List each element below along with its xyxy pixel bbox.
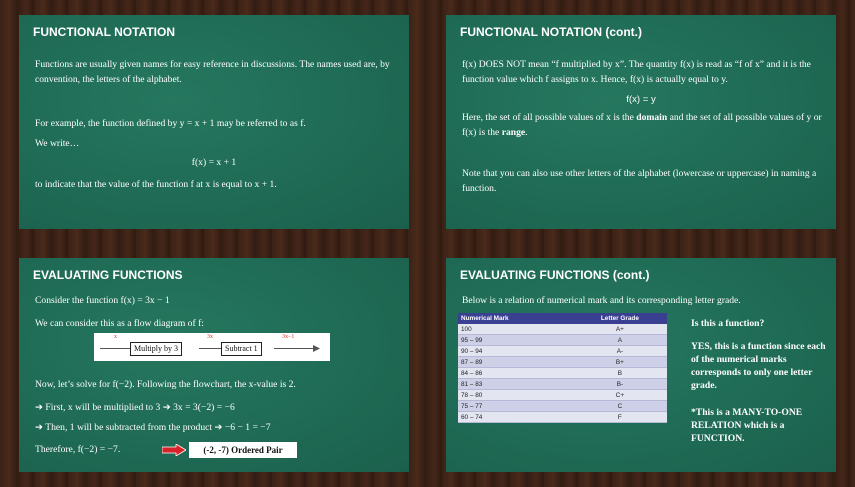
cell-grade: F [572, 411, 667, 423]
slide-evaluating-functions-cont[interactable]: EVALUATING FUNCTIONS (cont.) Below is a … [446, 258, 836, 472]
flow-mid-label: 3x [207, 334, 213, 340]
paragraph-relation: Below is a relation of numerical mark an… [462, 295, 741, 306]
step-two: ➔ Then, 1 will be subtracted from the pr… [35, 422, 271, 433]
grades-table: Numerical Mark Letter Grade 100 A+ 95 – 9… [458, 313, 667, 423]
table-row: 81 – 83 B- [458, 378, 667, 390]
paragraph-meaning: to indicate that the value of the functi… [35, 179, 277, 190]
slide-title: EVALUATING FUNCTIONS [33, 268, 183, 282]
cell-grade: B+ [572, 356, 667, 368]
cell-mark: 95 – 99 [458, 334, 573, 346]
slide-functional-notation-cont[interactable]: FUNCTIONAL NOTATION (cont.) f(x) DOES NO… [446, 15, 836, 229]
flow-arrow-icon [313, 345, 320, 352]
column-header: Letter Grade [572, 313, 667, 324]
text: Here, the set of all possible values of … [462, 112, 637, 123]
paragraph-therefore: Therefore, f(−2) = −7. [35, 444, 121, 455]
flow-box-multiply: Multiply by 3 [130, 342, 183, 356]
slide-evaluating-functions[interactable]: EVALUATING FUNCTIONS Consider the functi… [19, 258, 409, 472]
cell-grade: A- [572, 345, 667, 357]
flow-line [274, 348, 314, 349]
right-arrow-icon [162, 444, 186, 456]
slide-title: FUNCTIONAL NOTATION (cont.) [460, 25, 642, 39]
step-one: ➔ First, x will be multiplied to 3 ➔ 3x … [35, 402, 235, 413]
paragraph-note: Note that you can also use other letters… [462, 168, 817, 194]
cell-mark: 87 – 89 [458, 356, 573, 368]
table-row: 84 – 86 B [458, 367, 667, 379]
table-row: 100 A+ [458, 324, 667, 335]
cell-mark: 90 – 94 [458, 345, 573, 357]
cell-grade: C+ [572, 389, 667, 401]
equation: f(x) = x + 1 [191, 157, 237, 168]
cell-mark: 81 – 83 [458, 378, 573, 390]
column-header: Numerical Mark [458, 313, 573, 324]
flow-box-subtract: Subtract 1 [221, 342, 262, 356]
paragraph-example: For example, the function defined by y =… [35, 118, 306, 129]
cell-mark: 100 [458, 324, 573, 335]
note-text: *This is a MANY-TO-ONE RELATION which is… [691, 407, 803, 444]
slide-functional-notation[interactable]: FUNCTIONAL NOTATION Functions are usuall… [19, 15, 409, 229]
table-row: 78 – 80 C+ [458, 389, 667, 401]
cell-mark: 84 – 86 [458, 367, 573, 379]
cell-mark: 60 – 74 [458, 411, 573, 423]
range-term: range [501, 127, 526, 138]
table-row: 95 – 99 A [458, 334, 667, 346]
cell-grade: B [572, 367, 667, 379]
flow-line [199, 348, 221, 349]
equation: f(x) = y [626, 94, 656, 105]
text: . [525, 127, 528, 138]
table-header-row: Numerical Mark Letter Grade [458, 313, 667, 324]
paragraph-intro: Functions are usually given names for ea… [35, 59, 390, 85]
ordered-pair-box: (-2, -7) Ordered Pair [189, 442, 297, 458]
flow-line [100, 348, 130, 349]
table-row: 75 – 77 C [458, 400, 667, 412]
paragraph-we-write: We write… [35, 138, 80, 149]
flow-input-label: x [114, 334, 117, 340]
cell-mark: 75 – 77 [458, 400, 573, 412]
slide-title: FUNCTIONAL NOTATION [33, 25, 175, 39]
cell-mark: 78 – 80 [458, 389, 573, 401]
paragraph-consider: Consider the function f(x) = 3x − 1 [35, 295, 170, 306]
answer-text: YES, this is a function since each of th… [691, 341, 826, 391]
slide-title: EVALUATING FUNCTIONS (cont.) [460, 268, 650, 282]
flow-output-label: 3x−1 [282, 334, 295, 340]
flow-diagram: x Multiply by 3 3x Subtract 1 3x−1 [94, 333, 330, 361]
paragraph-solve: Now, let’s solve for f(−2). Following th… [35, 379, 296, 390]
table-row: 87 – 89 B+ [458, 356, 667, 368]
cell-grade: A+ [572, 324, 667, 335]
cell-grade: B- [572, 378, 667, 390]
table-row: 90 – 94 A- [458, 345, 667, 357]
paragraph-definition: f(x) DOES NOT mean “f multiplied by x”. … [462, 59, 811, 85]
table-row: 60 – 74 F [458, 411, 667, 423]
paragraph-flow-intro: We can consider this as a flow diagram o… [35, 318, 204, 329]
cell-grade: C [572, 400, 667, 412]
question-text: Is this a function? [691, 318, 765, 329]
domain-term: domain [636, 112, 668, 123]
cell-grade: A [572, 334, 667, 346]
paragraph-domain-range: Here, the set of all possible values of … [462, 110, 824, 140]
